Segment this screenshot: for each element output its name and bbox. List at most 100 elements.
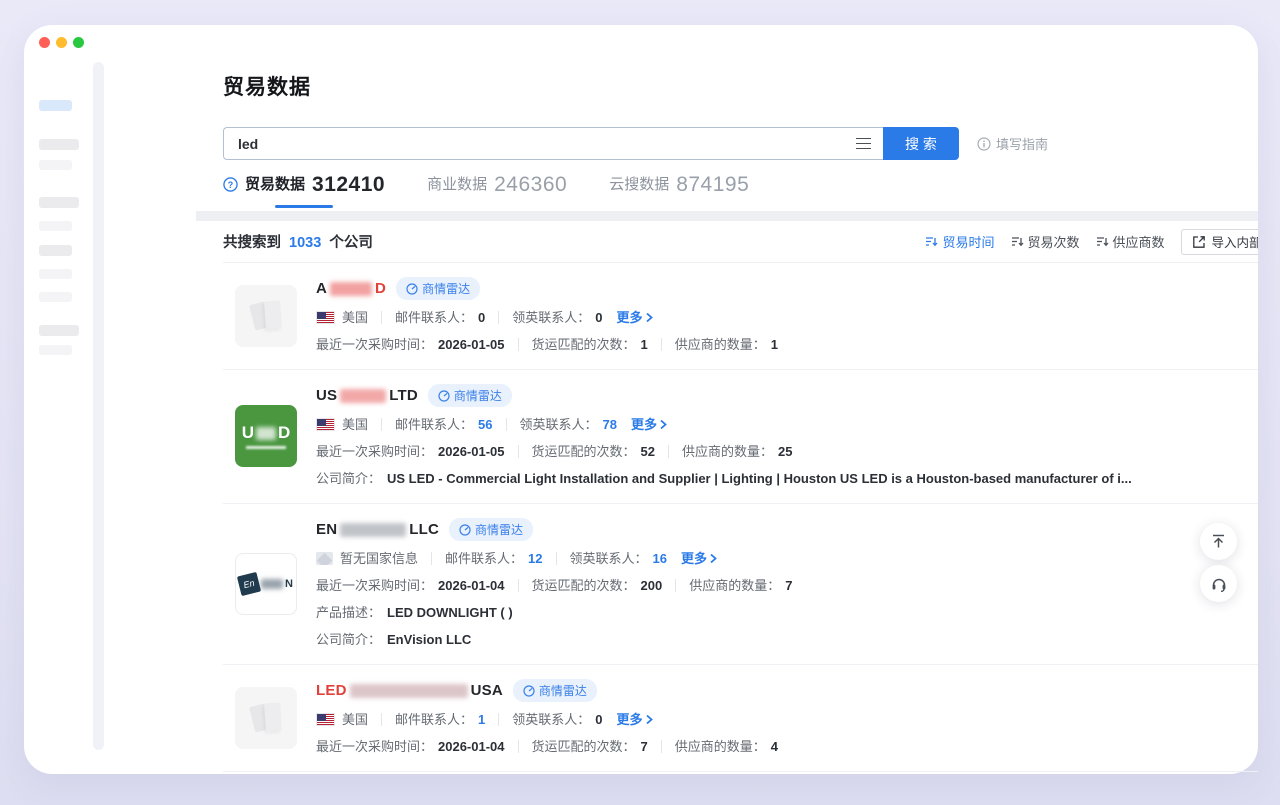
active-tab-underline [275, 205, 333, 208]
redacted-name-segment [340, 389, 386, 403]
sort-supplier-count[interactable]: 供应商数 [1096, 232, 1165, 251]
business-radar-badge[interactable]: 商情雷达 [396, 277, 480, 300]
sidebar-item[interactable] [39, 160, 72, 170]
supplier-qty-value: 7 [785, 576, 792, 595]
sidebar-item[interactable] [39, 139, 79, 150]
last-purchase-label: 最近一次采购时间： [316, 442, 433, 461]
more-link[interactable]: 更多 [681, 549, 718, 568]
business-radar-badge[interactable]: 商情雷达 [428, 384, 512, 407]
product-desc-label: 产品描述： [316, 603, 381, 622]
sort-trade-time[interactable]: 贸易时间 [925, 232, 994, 251]
linkedin-contacts-value[interactable]: 16 [653, 549, 667, 568]
headset-icon [1210, 575, 1228, 593]
company-intro-label: 公司简介： [316, 469, 381, 488]
tab-trade-data[interactable]: ? 贸易数据 312410 [223, 173, 385, 202]
email-contacts-label: 邮件联系人： [395, 308, 473, 327]
company-name[interactable]: US LTD [316, 387, 418, 404]
company-name[interactable]: LED USA [316, 682, 503, 699]
sidebar-item[interactable] [39, 292, 72, 302]
search-button[interactable]: 搜 索 [883, 127, 959, 160]
sidebar-item[interactable] [39, 345, 72, 355]
country-label: 美国 [342, 710, 368, 729]
sort-icon [1011, 235, 1024, 248]
results-summary: 共搜索到 1033 个公司 [223, 231, 373, 252]
last-purchase-label: 最近一次采购时间： [316, 576, 433, 595]
company-result-row[interactable]: A D 商情雷达 [223, 263, 1258, 370]
email-contacts-value[interactable]: 56 [478, 415, 492, 434]
business-radar-badge[interactable]: 商情雷达 [513, 679, 597, 702]
company-name-text: EN [316, 521, 337, 538]
section-divider-band [196, 211, 1258, 221]
fill-guide-link[interactable]: 填写指南 [977, 127, 1048, 160]
radar-icon [438, 390, 450, 402]
sort-label: 贸易时间 [942, 232, 994, 251]
page-title: 贸易数据 [223, 71, 311, 101]
sort-icon [925, 235, 938, 248]
freight-matches-label: 货运匹配的次数： [532, 737, 636, 756]
tab-count: 874195 [676, 173, 749, 196]
import-crm-button[interactable]: 导入内部CRM [1181, 229, 1258, 255]
minimize-window-button[interactable] [56, 37, 67, 48]
linkedin-contacts-value[interactable]: 78 [603, 415, 617, 434]
sidebar-item[interactable] [39, 221, 72, 231]
sidebar-item[interactable] [39, 325, 79, 336]
sidebar-item[interactable] [39, 245, 72, 256]
business-radar-badge[interactable]: 商情雷达 [449, 518, 533, 541]
us-flag-icon [316, 311, 335, 324]
company-name-text: A [316, 280, 327, 297]
supplier-qty-label: 供应商的数量： [682, 442, 773, 461]
more-label: 更多 [617, 308, 643, 327]
chevron-right-icon [645, 714, 654, 725]
linkedin-contacts-label: 领英联系人： [520, 415, 598, 434]
badge-label: 商情雷达 [475, 521, 523, 538]
tab-count: 312410 [312, 173, 385, 196]
radar-icon [406, 283, 418, 295]
tab-business-data[interactable]: 商业数据 246360 [427, 173, 567, 202]
redacted-name-segment [330, 282, 372, 296]
to-top-icon [1210, 533, 1227, 550]
customer-service-button[interactable] [1200, 565, 1237, 602]
close-window-button[interactable] [39, 37, 50, 48]
more-link[interactable]: 更多 [631, 415, 668, 434]
more-link[interactable]: 更多 [617, 308, 654, 327]
tab-cloud-search-data[interactable]: 云搜数据 874195 [609, 173, 749, 202]
sidebar-item-active[interactable] [39, 100, 72, 111]
fill-guide-label: 填写指南 [996, 134, 1048, 153]
company-name-text: LTD [389, 387, 418, 404]
freight-matches-value: 7 [641, 737, 648, 756]
badge-label: 商情雷达 [539, 682, 587, 699]
more-link[interactable]: 更多 [617, 710, 654, 729]
supplier-qty-value: 25 [778, 442, 792, 461]
export-icon [1192, 235, 1206, 249]
email-contacts-value[interactable]: 12 [528, 549, 542, 568]
badge-label: 商情雷达 [454, 387, 502, 404]
advanced-filter-icon[interactable] [856, 138, 871, 150]
logo-letter: U [242, 423, 254, 443]
company-result-row[interactable]: LED USA 商情雷达 [223, 665, 1258, 772]
svg-text:?: ? [228, 180, 233, 190]
back-to-top-button[interactable] [1200, 523, 1237, 560]
maximize-window-button[interactable] [73, 37, 84, 48]
company-name[interactable]: EN LLC [316, 521, 439, 538]
email-contacts-label: 邮件联系人： [395, 415, 473, 434]
redacted-logo-segment [261, 579, 283, 589]
no-country-label: 暂无国家信息 [340, 549, 418, 568]
chevron-right-icon [659, 419, 668, 430]
sidebar-item[interactable] [39, 269, 72, 279]
sort-trade-count[interactable]: 贸易次数 [1011, 232, 1080, 251]
company-name[interactable]: A D [316, 280, 386, 297]
more-label: 更多 [681, 549, 707, 568]
email-contacts-value[interactable]: 1 [478, 710, 485, 729]
sidebar-item[interactable] [39, 197, 79, 208]
tab-label: 贸易数据 [245, 174, 305, 196]
sidebar-divider [93, 62, 104, 750]
company-result-row[interactable]: U D US LTD [223, 370, 1258, 504]
sort-icon [1096, 235, 1109, 248]
search-input[interactable] [238, 136, 856, 152]
email-contacts-label: 邮件联系人： [395, 710, 473, 729]
company-result-row[interactable]: En N EN LLC [223, 504, 1258, 665]
company-logo-placeholder [235, 687, 297, 749]
company-logo: U D [235, 405, 297, 467]
product-desc-value: LED DOWNLIGHT ( ) [387, 603, 513, 622]
company-intro-value: US LED - Commercial Light Installation a… [387, 469, 1132, 488]
